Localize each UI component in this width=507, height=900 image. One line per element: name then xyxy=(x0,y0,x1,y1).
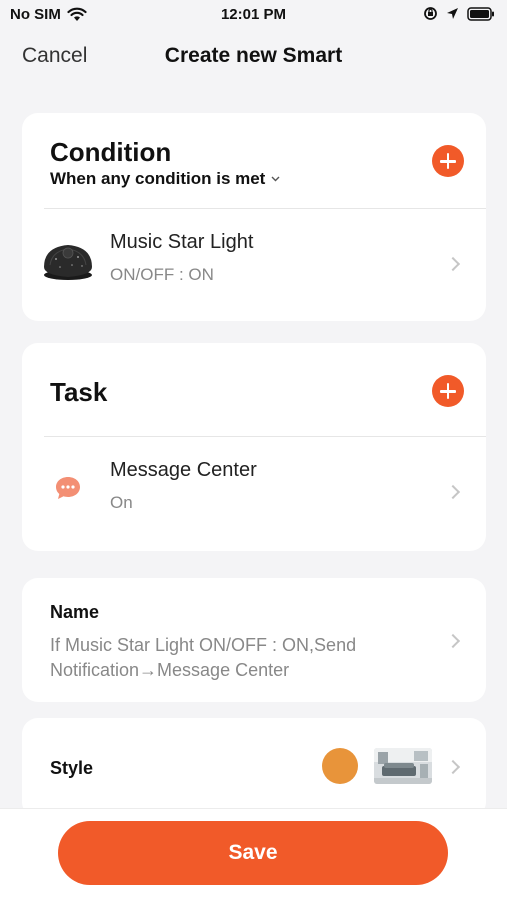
condition-item-title: Music Star Light xyxy=(110,231,254,253)
condition-item[interactable]: Music Star Light ON/OFF : ON xyxy=(22,211,486,321)
chevron-right-icon xyxy=(445,759,461,775)
name-value: If Music Star Light ON/OFF : ON,Send Not… xyxy=(50,635,357,680)
status-right xyxy=(423,6,495,21)
condition-mode-label: When any condition is met xyxy=(50,169,266,188)
add-task-button[interactable] xyxy=(432,375,464,407)
chevron-right-icon xyxy=(445,633,461,649)
orientation-lock-icon xyxy=(424,7,437,20)
room-image-icon xyxy=(374,748,432,784)
task-divider xyxy=(44,436,486,437)
star-projector-device-icon xyxy=(44,245,92,280)
task-card: Task Message Center On xyxy=(22,343,486,551)
condition-item-subtitle: ON/OFF : ON xyxy=(110,265,214,284)
page-title: Create new Smart xyxy=(164,44,343,67)
chevron-right-icon xyxy=(445,256,461,272)
style-background-thumbnail[interactable] xyxy=(374,748,432,784)
style-card[interactable]: Style xyxy=(22,718,486,818)
bottom-bar: Save xyxy=(0,808,507,900)
chevron-down-icon xyxy=(271,176,280,182)
task-item-title: Message Center xyxy=(110,459,257,481)
condition-divider xyxy=(44,208,486,209)
style-label: Style xyxy=(50,758,94,778)
task-item-subtitle: On xyxy=(110,493,133,512)
task-item[interactable]: Message Center On xyxy=(22,439,486,549)
message-bubble-icon xyxy=(56,477,80,499)
battery-icon xyxy=(467,6,494,21)
location-arrow-icon xyxy=(447,8,458,19)
name-card[interactable]: Name If Music Star Light ON/OFF : ON,Sen… xyxy=(22,578,486,702)
style-color-swatch[interactable] xyxy=(322,748,358,784)
chevron-right-icon xyxy=(445,484,461,500)
condition-mode-dropdown[interactable]: When any condition is met xyxy=(50,169,280,189)
save-button[interactable]: Save xyxy=(58,821,448,885)
status-bar: No SIM 12:01 PM xyxy=(0,0,507,30)
task-heading: Task xyxy=(50,377,108,407)
condition-heading: Condition xyxy=(50,137,172,167)
name-label: Name xyxy=(50,602,100,622)
add-condition-button[interactable] xyxy=(432,145,464,177)
condition-card: Condition When any condition is met Musi… xyxy=(22,113,486,321)
